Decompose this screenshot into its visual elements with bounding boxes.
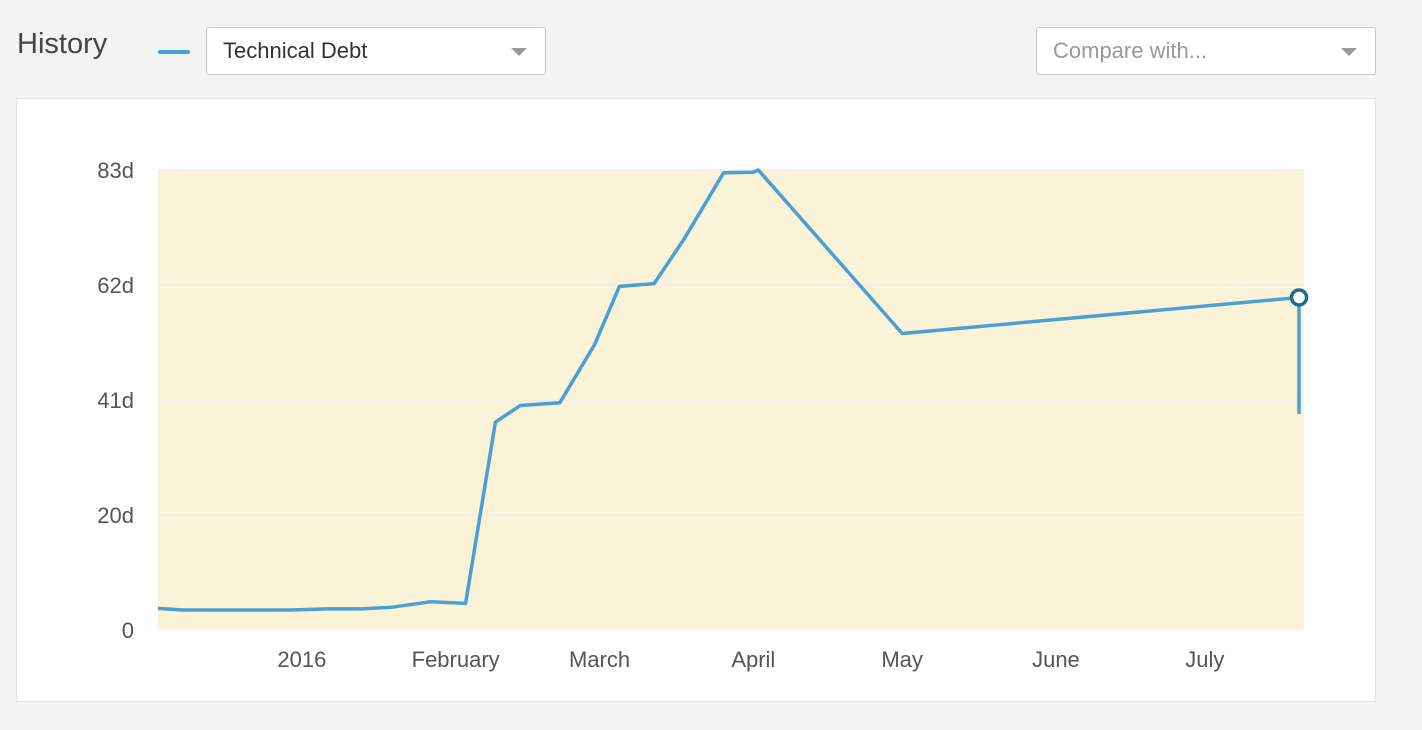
y-tick-label: 20d — [97, 503, 134, 528]
compare-select-placeholder: Compare with... — [1053, 38, 1208, 63]
x-tick-label: 2016 — [277, 647, 326, 672]
x-tick-label: April — [731, 647, 775, 672]
series-legend-swatch — [158, 50, 190, 54]
page-title: History — [17, 28, 108, 60]
x-tick-label: March — [569, 647, 630, 672]
x-tick-label: July — [1185, 647, 1224, 672]
y-tick-label: 0 — [122, 618, 134, 643]
history-chart[interactable]: 0 20d 41d 62d 83d 2016 February March April May Ju… — [17, 99, 1377, 703]
y-tick-label: 83d — [97, 158, 134, 183]
chart-panel: 0 20d 41d 62d 83d 2016 February March April May Ju… — [16, 98, 1376, 702]
selected-point-marker[interactable] — [1289, 288, 1309, 307]
x-tick-label: February — [412, 647, 500, 672]
x-tick-label: May — [881, 647, 923, 672]
x-tick-label: June — [1032, 647, 1080, 672]
compare-select[interactable]: Compare with... — [1036, 27, 1376, 75]
y-tick-label: 41d — [97, 388, 134, 413]
chevron-down-icon — [511, 48, 527, 56]
metric-select-value: Technical Debt — [223, 38, 368, 63]
chevron-down-icon — [1341, 48, 1357, 56]
metric-select[interactable]: Technical Debt — [206, 27, 546, 75]
y-tick-label: 62d — [97, 273, 134, 298]
